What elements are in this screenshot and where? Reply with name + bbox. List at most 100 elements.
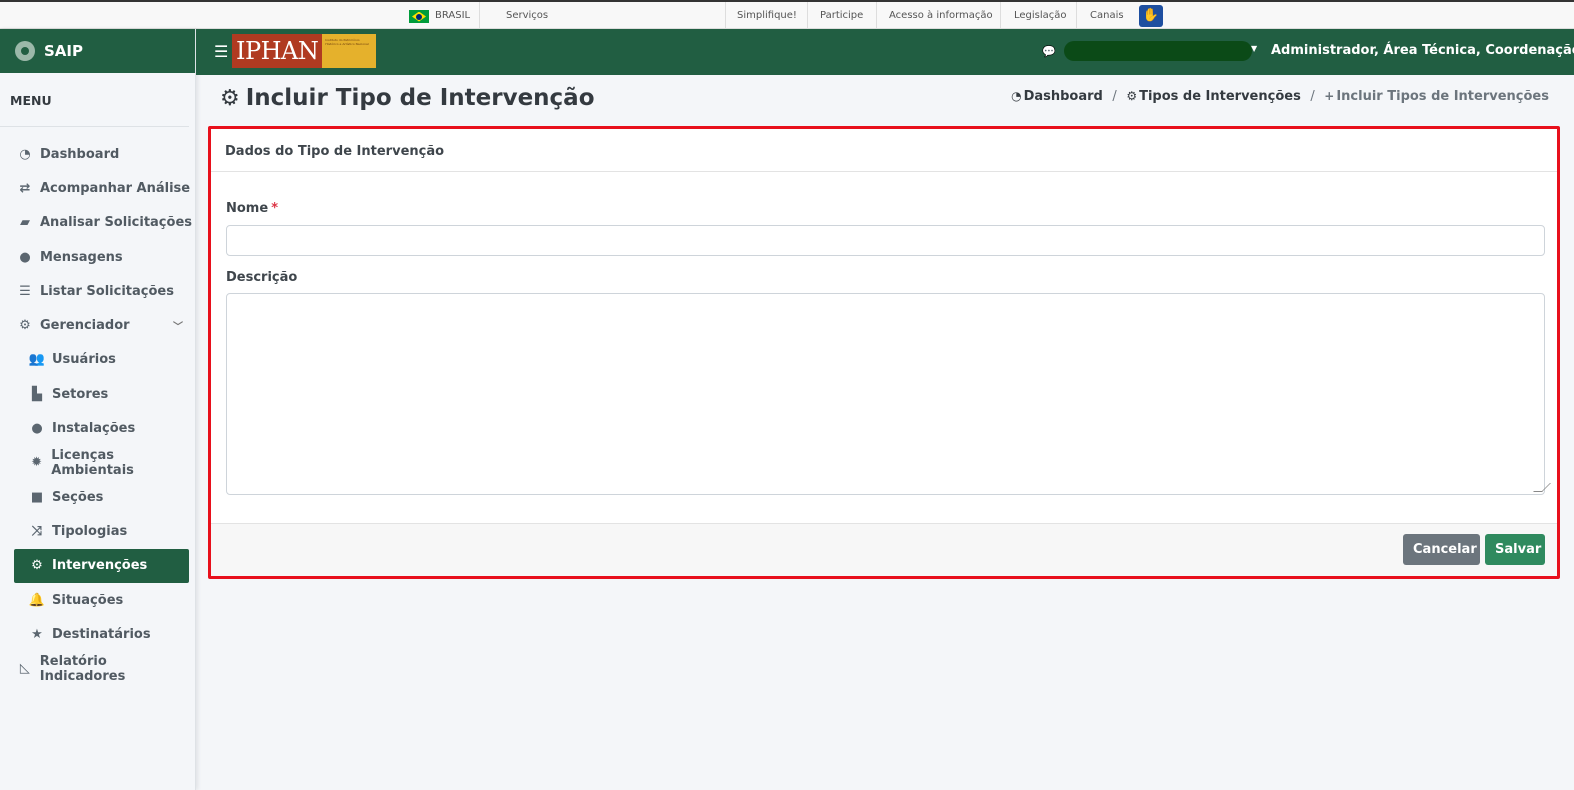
star-icon: ★: [31, 626, 43, 642]
card-title: Dados do Tipo de Intervenção: [211, 129, 1557, 172]
nome-label-text: Nome: [226, 201, 269, 216]
brand[interactable]: SAIP: [0, 29, 195, 73]
sidebar-item-tipologias[interactable]: ⤨ Tipologias: [0, 514, 195, 548]
descricao-label: Descrição: [226, 270, 298, 285]
breadcrumb-separator: /: [1310, 89, 1315, 104]
hamburger-menu-icon[interactable]: ☰: [214, 42, 228, 61]
certificate-icon: ✹: [31, 455, 43, 471]
sidebar-item-secoes[interactable]: ■ Seções: [0, 480, 195, 514]
sidebar-item-label: Acompanhar Análise: [40, 180, 191, 196]
breadcrumb-label: Dashboard: [1023, 89, 1103, 104]
gear-icon: ⚙: [31, 558, 43, 574]
gear-icon: ⚙: [220, 85, 240, 111]
square-icon: ■: [30, 489, 44, 505]
area-chart-icon: ◺: [19, 661, 30, 677]
cancel-button[interactable]: Cancelar: [1403, 534, 1480, 565]
book-icon: ▰: [20, 215, 30, 231]
random-icon: ⤨: [31, 523, 43, 539]
sidebar-item-mensagens[interactable]: ● Mensagens: [0, 240, 195, 274]
divider: [1076, 2, 1077, 29]
page-title-text: Incluir Tipo de Intervenção: [245, 85, 595, 111]
sidebar-item-acompanhar-analise[interactable]: ⇄ Acompanhar Análise: [0, 171, 195, 205]
sidebar-item-usuarios[interactable]: 👥 Usuários: [0, 343, 195, 377]
sidebar-item-licencas-ambientais[interactable]: ✹ Licenças Ambientais: [0, 446, 195, 480]
sidebar-item-intervencoes[interactable]: ⚙ Intervenções: [14, 548, 189, 583]
sidebar-item-label: Listar Solicitações: [40, 283, 174, 299]
breadcrumb-label: Tipos de Intervenções: [1139, 89, 1301, 104]
breadcrumb-label: Incluir Tipos de Intervenções: [1336, 89, 1549, 104]
nome-input[interactable]: [226, 225, 1545, 256]
sidebar-item-listar-solicitacoes[interactable]: ☰ Listar Solicitações: [0, 274, 195, 308]
chevron-down-icon: ﹀: [173, 322, 183, 334]
chat-icon[interactable]: 💬: [1042, 45, 1056, 58]
nome-label: Nome *: [226, 201, 278, 216]
save-button[interactable]: Salvar: [1485, 534, 1545, 565]
sidebar-item-label: Tipologias: [52, 523, 128, 539]
sidebar-item-label: Dashboard: [40, 146, 120, 162]
sidebar-item-label: Relatório Indicadores: [39, 653, 126, 684]
gov-participe-link[interactable]: Participe: [820, 10, 863, 21]
breadcrumb-dashboard[interactable]: ◔ Dashboard: [1011, 89, 1103, 104]
divider: [807, 2, 808, 29]
gov-acesso-link[interactable]: Acesso à informação: [889, 10, 993, 21]
sidebar-item-label: Intervenções: [52, 558, 148, 574]
gov-servicos-link[interactable]: Serviços: [506, 10, 548, 21]
breadcrumb-tipos-intervencoes[interactable]: ⚙ Tipos de Intervenções: [1126, 89, 1301, 104]
menu-title: MENU: [0, 73, 189, 127]
iphan-logo-tagline: Instituto do Patrimônio Histórico e Artí…: [322, 34, 376, 68]
breadcrumb: ◔ Dashboard / ⚙ Tipos de Intervenções / + I…: [1011, 89, 1549, 104]
descricao-textarea[interactable]: [226, 293, 1545, 495]
brazil-flag-icon: [409, 10, 429, 23]
user-menu[interactable]: Administrador, Área Técnica, Coordenação…: [1271, 43, 1574, 58]
brand-name: SAIP: [44, 42, 83, 60]
sidebar-item-gerenciador[interactable]: ⚙ Gerenciador ﹀: [0, 308, 195, 342]
comments-icon: ●: [19, 249, 31, 265]
saip-logo-icon: [12, 38, 38, 64]
sidebar-item-label: Seções: [52, 489, 104, 505]
circle-icon: ●: [31, 421, 43, 437]
required-asterisk: *: [271, 201, 278, 216]
gov-brasil-link[interactable]: BRASIL: [435, 10, 470, 21]
sidebar-item-relatorio-indicadores[interactable]: ◺ Relatório Indicadores: [0, 651, 195, 685]
sidebar-item-dashboard[interactable]: ◔ Dashboard: [0, 137, 195, 171]
plus-icon: +: [1324, 89, 1335, 103]
list-icon: ☰: [19, 283, 31, 299]
intervention-type-form-card: Dados do Tipo de Intervenção Nome * Descr…: [208, 126, 1560, 579]
sidebar-item-label: Situações: [52, 592, 124, 608]
sidebar-item-label: Mensagens: [40, 249, 123, 265]
sidebar-item-label: Destinatários: [52, 626, 151, 642]
top-header: ☰ IPHAN Instituto do Patrimônio Históric…: [196, 29, 1574, 75]
industry-icon: ▙: [32, 386, 42, 402]
sidebar-item-instalacoes[interactable]: ● Instalações: [0, 411, 195, 445]
sidebar-item-label: Licenças Ambientais: [51, 447, 134, 478]
sidebar-item-destinatarios[interactable]: ★ Destinatários: [0, 617, 195, 651]
sidebar-item-setores[interactable]: ▙ Setores: [0, 377, 195, 411]
breadcrumb-separator: /: [1112, 89, 1117, 104]
iphan-logo[interactable]: IPHAN Instituto do Patrimônio Histórico …: [232, 34, 376, 68]
gov-canais-link[interactable]: Canais: [1090, 10, 1124, 21]
dashboard-icon: ◔: [1011, 89, 1022, 103]
sidebar-item-label: Usuários: [52, 352, 116, 368]
page-title: ⚙ Incluir Tipo de Intervenção: [220, 85, 595, 111]
caret-down-icon[interactable]: ▼: [1251, 44, 1257, 53]
sidebar-item-label: Gerenciador: [40, 318, 130, 334]
gov-legislacao-link[interactable]: Legislação: [1014, 10, 1067, 21]
sidebar-item-label: Instalações: [52, 421, 136, 437]
accessibility-icon[interactable]: ✋: [1139, 5, 1163, 27]
iphan-logo-word: IPHAN: [232, 34, 323, 68]
gears-icon: ⚙: [19, 318, 31, 334]
sidebar-item-analisar-solicitacoes[interactable]: ▰ Analisar Solicitações: [0, 206, 195, 240]
gov-simplifique-link[interactable]: Simplifique!: [737, 10, 797, 21]
users-icon: 👥: [28, 352, 46, 368]
sidebar-item-label: Analisar Solicitações: [40, 215, 192, 231]
sidebar: SAIP MENU ◔ Dashboard ⇄ Acompanhar Análi…: [0, 29, 196, 790]
card-footer: Cancelar Salvar: [211, 523, 1557, 576]
divider: [479, 2, 480, 29]
divider: [1000, 2, 1001, 29]
exchange-icon: ⇄: [19, 180, 31, 196]
sidebar-nav: ◔ Dashboard ⇄ Acompanhar Análise ▰ Anali…: [0, 127, 195, 686]
redacted-user-field: [1064, 41, 1252, 61]
sidebar-item-situacoes[interactable]: 🔔 Situações: [0, 583, 195, 617]
gear-icon: ⚙: [1126, 89, 1138, 103]
divider: [876, 2, 877, 29]
